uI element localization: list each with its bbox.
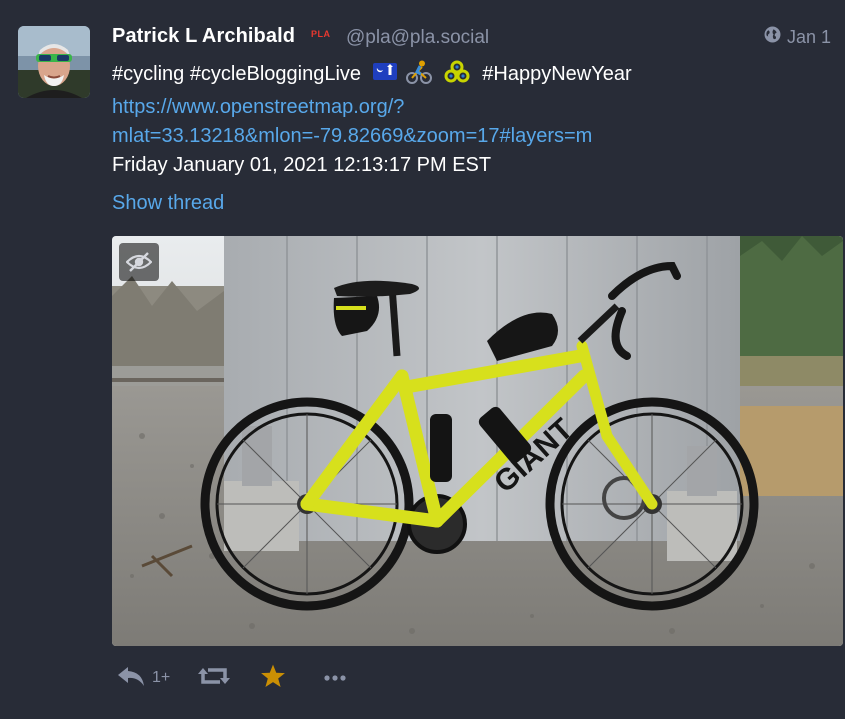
openstreetmap-link-part-1[interactable]: https://www.openstreetmap.org/? <box>112 96 404 118</box>
account-badge: PLA <box>311 29 331 39</box>
display-name[interactable]: Patrick L Archibald <box>112 25 295 48</box>
bike-chain-emoji <box>443 60 471 93</box>
status-action-bar: 1+ <box>112 662 412 694</box>
reply-count: 1+ <box>152 669 171 686</box>
status-content: #cycling #cycleBloggingLive #HappyNewYea… <box>112 60 832 180</box>
bike-photo: GIANT <box>112 236 843 646</box>
content-line-link-1: https://www.openstreetmap.org/? <box>112 93 832 122</box>
account-handle[interactable]: @pla@pla.social <box>346 27 489 49</box>
cyclist-emoji <box>405 60 433 93</box>
hashtag-happy-new-year[interactable]: #HappyNewYear <box>482 63 631 85</box>
avatar[interactable] <box>18 26 90 98</box>
content-line-link-2: mlat=33.13218&mlon=-79.82669&zoom=17#lay… <box>112 122 832 151</box>
more-options-button[interactable] <box>324 662 346 694</box>
eye-slash-icon <box>126 251 152 273</box>
south-carolina-flag-emoji <box>372 61 397 92</box>
timestamp-text: Jan 1 <box>786 26 831 47</box>
content-line-date: Friday January 01, 2021 12:13:17 PM EST <box>112 154 492 176</box>
favourite-button[interactable] <box>260 662 286 694</box>
reply-icon <box>116 665 146 692</box>
content-line-hashtags: #cycling #cycleBloggingLive #HappyNewYea… <box>112 60 832 93</box>
ellipsis-icon <box>324 669 346 687</box>
hide-media-button[interactable] <box>119 243 159 281</box>
status-timestamp-link[interactable]: Jan 1 <box>764 26 831 48</box>
show-thread-link[interactable]: Show thread <box>112 192 224 215</box>
openstreetmap-link-part-2[interactable]: mlat=33.13218&mlon=-79.82669&zoom=17#lay… <box>112 125 592 147</box>
status-header: Patrick L Archibald PLA @pla@pla.social … <box>112 24 831 50</box>
globe-icon <box>764 26 781 48</box>
star-icon <box>260 663 286 694</box>
reply-button[interactable]: 1+ <box>116 662 170 694</box>
boost-button[interactable] <box>198 662 230 694</box>
media-attachment[interactable]: GIANT <box>112 236 843 646</box>
retweet-icon <box>198 665 230 692</box>
hashtags-text[interactable]: #cycling #cycleBloggingLive <box>112 63 361 85</box>
